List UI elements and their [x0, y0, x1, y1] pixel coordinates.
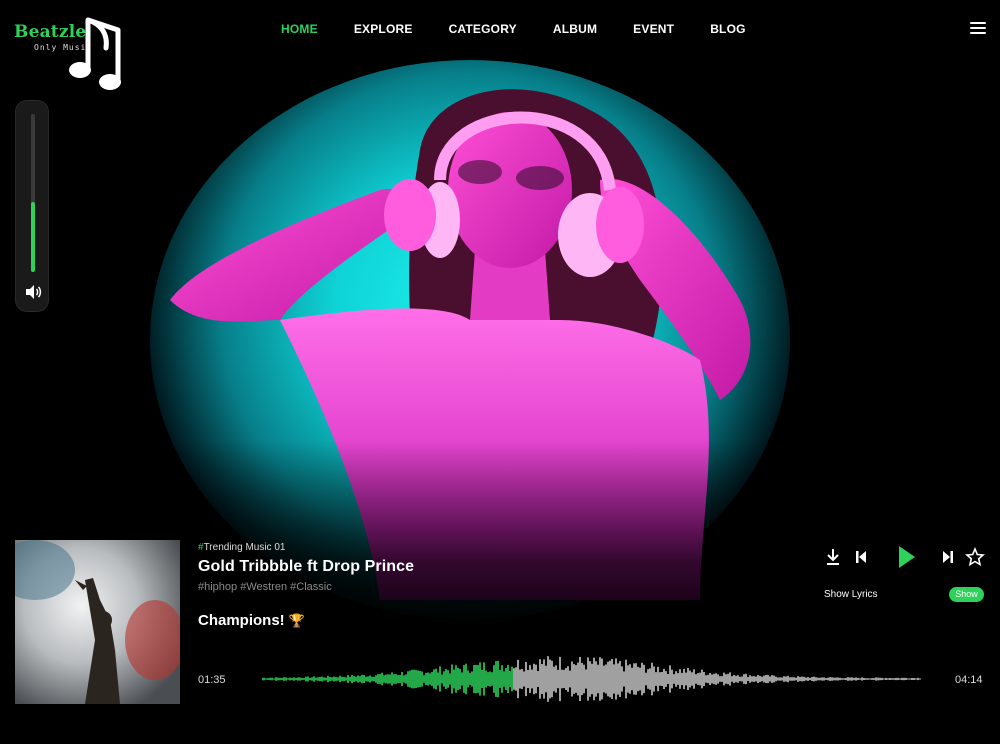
- main-nav: HOME EXPLORE CATEGORY ALBUM EVENT BLOG: [281, 22, 746, 36]
- track-title: Gold Tribbble ft Drop Prince: [198, 558, 415, 575]
- play-icon[interactable]: [899, 546, 915, 568]
- volume-track[interactable]: [31, 114, 35, 272]
- download-icon[interactable]: [827, 549, 839, 565]
- trend-text: Trending Music 01: [203, 542, 286, 553]
- nav-home[interactable]: HOME: [281, 22, 318, 36]
- star-icon[interactable]: [965, 546, 985, 567]
- speaker-icon[interactable]: [24, 284, 42, 300]
- nav-album[interactable]: ALBUM: [553, 22, 597, 36]
- next-icon[interactable]: [943, 551, 953, 563]
- subtitle-text: Champions!: [198, 612, 285, 629]
- waveform-progress[interactable]: [262, 654, 922, 704]
- nav-event[interactable]: EVENT: [633, 22, 674, 36]
- current-time: 01:35: [198, 674, 226, 686]
- player-controls: [827, 546, 985, 568]
- nav-category[interactable]: CATEGORY: [449, 22, 517, 36]
- nav-explore[interactable]: EXPLORE: [354, 22, 413, 36]
- track-subtitle: Champions! 🏆: [198, 612, 305, 629]
- trending-label: #Trending Music 01: [198, 542, 285, 553]
- trophy-icon: 🏆: [288, 613, 305, 628]
- previous-icon[interactable]: [856, 551, 866, 563]
- show-lyrics-button[interactable]: Show: [949, 587, 984, 602]
- show-lyrics-label: Show Lyrics: [824, 589, 878, 600]
- volume-fill: [31, 202, 35, 272]
- music-note-icon: [69, 17, 121, 90]
- album-cover[interactable]: [15, 540, 180, 704]
- track-tags: #hiphop #Westren #Classic: [198, 581, 332, 593]
- hamburger-icon[interactable]: [970, 22, 986, 36]
- nav-blog[interactable]: BLOG: [710, 22, 745, 36]
- volume-slider[interactable]: [15, 100, 49, 312]
- total-time: 04:14: [955, 674, 983, 686]
